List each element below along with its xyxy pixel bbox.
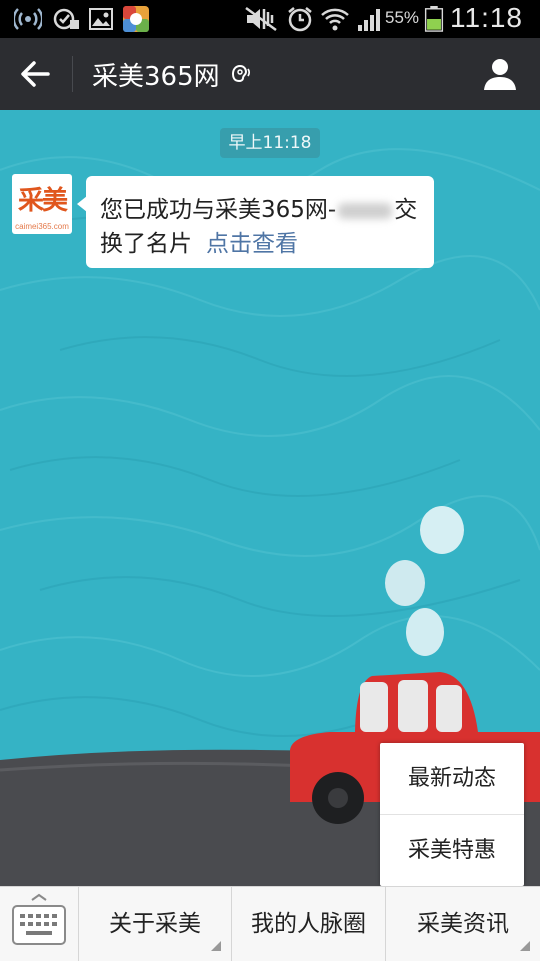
submenu-indicator-icon	[520, 941, 530, 951]
chat-header: 采美365网	[0, 38, 540, 110]
page-title: 采美365网	[92, 61, 220, 92]
wifi-icon	[321, 8, 349, 31]
avatar-caption: caimei365.com	[15, 222, 69, 231]
battery-icon	[424, 6, 444, 32]
message-bubble[interactable]: 您已成功与采美365网- 交 换了名片 点击查看	[77, 176, 434, 268]
menu-item-latest-news[interactable]: 最新动态	[380, 743, 524, 814]
status-time: 11:18	[450, 2, 523, 33]
gallery-icon	[89, 8, 113, 30]
menu-item-special-offers[interactable]: 采美特惠	[380, 815, 524, 886]
avatar-logo-text: 采美	[17, 186, 68, 216]
keyboard-icon	[12, 905, 66, 945]
avatar[interactable]: 采美 caimei365.com	[12, 174, 72, 234]
tab-my-network-label: 我的人脉圈	[251, 911, 366, 937]
message-line-1: 您已成功与采美365网- 交	[100, 190, 417, 224]
sync-icon	[53, 8, 79, 30]
keyboard-toggle-button[interactable]	[0, 887, 78, 961]
mute-icon	[245, 6, 277, 32]
earpiece-icon	[231, 64, 250, 83]
message-line-2: 换了名片 点击查看	[100, 224, 298, 258]
view-card-link[interactable]: 点击查看	[206, 231, 298, 257]
back-button[interactable]	[10, 52, 58, 96]
message-timestamp: 早上11:18	[220, 128, 320, 158]
tab-my-network[interactable]: 我的人脉圈	[232, 887, 385, 961]
bubble-tail	[77, 196, 87, 212]
header-divider	[72, 56, 73, 92]
message-text-start: 您已成功与采美365网-	[100, 197, 337, 223]
signal-icon	[358, 9, 380, 31]
profile-button[interactable]	[480, 54, 520, 94]
message-text-line2: 换了名片	[100, 231, 192, 257]
redacted-name	[338, 202, 393, 219]
status-bar: 55% 11:18	[0, 0, 540, 38]
tab-about-caimei[interactable]: 关于采美	[79, 887, 231, 961]
submenu-indicator-icon	[211, 941, 221, 951]
wifi-hotspot-icon	[14, 8, 42, 30]
tab-caimei-news-label: 采美资讯	[417, 911, 509, 937]
tab-caimei-news[interactable]: 采美资讯	[386, 887, 540, 961]
app-icon	[123, 6, 149, 32]
tab-about-caimei-label: 关于采美	[109, 911, 201, 937]
back-arrow-icon	[21, 61, 50, 87]
alarm-icon	[288, 7, 312, 32]
submenu-popup: 最新动态 采美特惠	[380, 743, 524, 886]
expand-chevron-icon	[31, 893, 47, 901]
battery-percent: 55%	[385, 8, 420, 27]
person-icon	[484, 59, 516, 90]
bottom-menu-bar: 关于采美 我的人脉圈 采美资讯	[0, 886, 540, 961]
header-title-group: 采美365网	[92, 56, 252, 92]
message-text-end: 交	[394, 197, 418, 223]
